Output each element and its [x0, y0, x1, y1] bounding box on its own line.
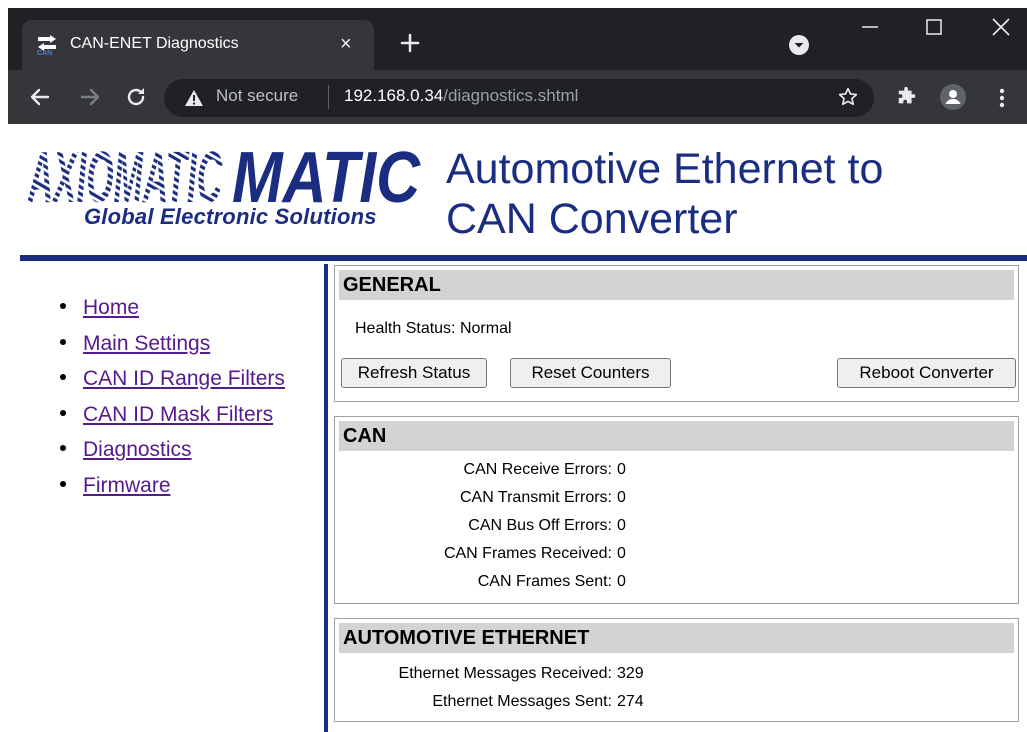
ethernet-messages-received-label: Ethernet Messages Received:	[398, 665, 612, 682]
header-divider	[20, 255, 1027, 261]
can-frames-received-value: 0	[617, 545, 626, 562]
window-close-icon[interactable]	[990, 16, 1012, 38]
extensions-puzzle-icon[interactable]	[896, 86, 918, 108]
svg-text:CAN: CAN	[37, 50, 52, 56]
health-status-label: Health Status:	[355, 320, 456, 337]
bookmark-star-icon[interactable]	[837, 86, 859, 108]
tab-search-icon[interactable]	[788, 34, 810, 56]
reboot-converter-button[interactable]: Reboot Converter	[837, 358, 1016, 388]
ethernet-panel: AUTOMOTIVE ETHERNET Ethernet Messages Re…	[334, 618, 1019, 722]
can-bus-off-errors-value: 0	[617, 517, 626, 534]
tab-title: CAN-ENET Diagnostics	[70, 35, 239, 52]
ethernet-messages-received-value: 329	[617, 665, 644, 682]
warning-icon[interactable]	[184, 88, 204, 108]
logo-subtitle: Global Electronic Solutions	[84, 204, 377, 229]
can-frames-received-label: CAN Frames Received:	[443, 545, 612, 562]
reset-counters-button[interactable]: Reset Counters	[510, 358, 671, 388]
logo-wordmark-solid: MATIC	[232, 140, 421, 210]
tab-close-icon[interactable]: ×	[340, 32, 352, 56]
bullet-icon	[60, 374, 66, 381]
bullet-icon	[60, 445, 66, 452]
security-status[interactable]: Not secure	[216, 86, 298, 106]
page-title: Automotive Ethernet to CAN Converter	[446, 144, 883, 244]
nav-item-can-id-mask-filters: CAN ID Mask Filters	[60, 397, 285, 433]
can-heading: CAN	[339, 421, 1014, 451]
content-divider	[324, 264, 328, 732]
nav-item-home: Home	[60, 290, 285, 326]
health-status: Health Status: Normal	[355, 320, 512, 338]
url-path: /diagnostics.shtml	[443, 86, 579, 105]
url-host: 192.168.0.34	[344, 86, 444, 105]
nav-link-can-id-mask-filters[interactable]: CAN ID Mask Filters	[83, 403, 273, 426]
back-arrow-icon[interactable]	[28, 85, 52, 109]
profile-avatar-icon[interactable]	[940, 84, 966, 110]
health-status-value: Normal	[459, 320, 512, 337]
nav-link-main-settings[interactable]: Main Settings	[83, 332, 210, 355]
kebab-menu-icon[interactable]	[998, 87, 1006, 109]
nav-link-home[interactable]: Home	[83, 296, 139, 319]
can-panel: CAN CAN Receive Errors: 0 CAN Transmit E…	[334, 416, 1019, 604]
url-text[interactable]: 192.168.0.34/diagnostics.shtml	[344, 86, 578, 106]
can-bus-off-errors-label: CAN Bus Off Errors:	[468, 517, 612, 534]
svg-text:MATIC: MATIC	[232, 140, 421, 210]
minimize-icon[interactable]	[861, 18, 879, 36]
bullet-icon	[60, 480, 66, 487]
can-frames-sent-label: CAN Frames Sent:	[477, 573, 612, 590]
side-nav: Home Main Settings CAN ID Range Filters …	[60, 290, 285, 503]
bullet-icon	[60, 303, 66, 310]
can-transmit-errors-value: 0	[617, 489, 626, 506]
nav-link-firmware[interactable]: Firmware	[83, 474, 171, 497]
can-transmit-errors-label: CAN Transmit Errors:	[459, 489, 612, 506]
can-receive-errors-label: CAN Receive Errors:	[463, 461, 612, 478]
general-heading: GENERAL	[339, 270, 1014, 300]
omnibox-divider	[328, 85, 329, 109]
bullet-icon	[60, 338, 66, 345]
forward-arrow-icon[interactable]	[78, 85, 102, 109]
can-enet-favicon-icon: CAN	[37, 35, 56, 56]
page-title-line2: CAN Converter	[446, 195, 738, 243]
browser-tab[interactable]: CAN CAN-ENET Diagnostics ×	[22, 20, 374, 72]
general-panel: GENERAL Health Status: Normal Refresh St…	[334, 265, 1019, 402]
ethernet-heading: AUTOMOTIVE ETHERNET	[339, 623, 1014, 653]
can-receive-errors-value: 0	[617, 461, 626, 478]
refresh-status-button[interactable]: Refresh Status	[341, 358, 487, 388]
nav-link-diagnostics[interactable]: Diagnostics	[83, 438, 192, 461]
maximize-icon[interactable]	[925, 18, 943, 36]
can-frames-sent-value: 0	[617, 573, 626, 590]
page-title-line1: Automotive Ethernet to	[446, 145, 884, 193]
ethernet-messages-sent-label: Ethernet Messages Sent:	[432, 693, 612, 710]
new-tab-icon[interactable]	[398, 31, 422, 55]
nav-item-firmware: Firmware	[60, 468, 285, 504]
bullet-icon	[60, 409, 66, 416]
nav-item-can-id-range-filters: CAN ID Range Filters	[60, 361, 285, 397]
nav-item-diagnostics: Diagnostics	[60, 432, 285, 468]
reload-icon[interactable]	[124, 85, 148, 109]
nav-item-main-settings: Main Settings	[60, 326, 285, 362]
nav-link-can-id-range-filters[interactable]: CAN ID Range Filters	[83, 367, 285, 390]
ethernet-messages-sent-value: 274	[617, 693, 644, 710]
